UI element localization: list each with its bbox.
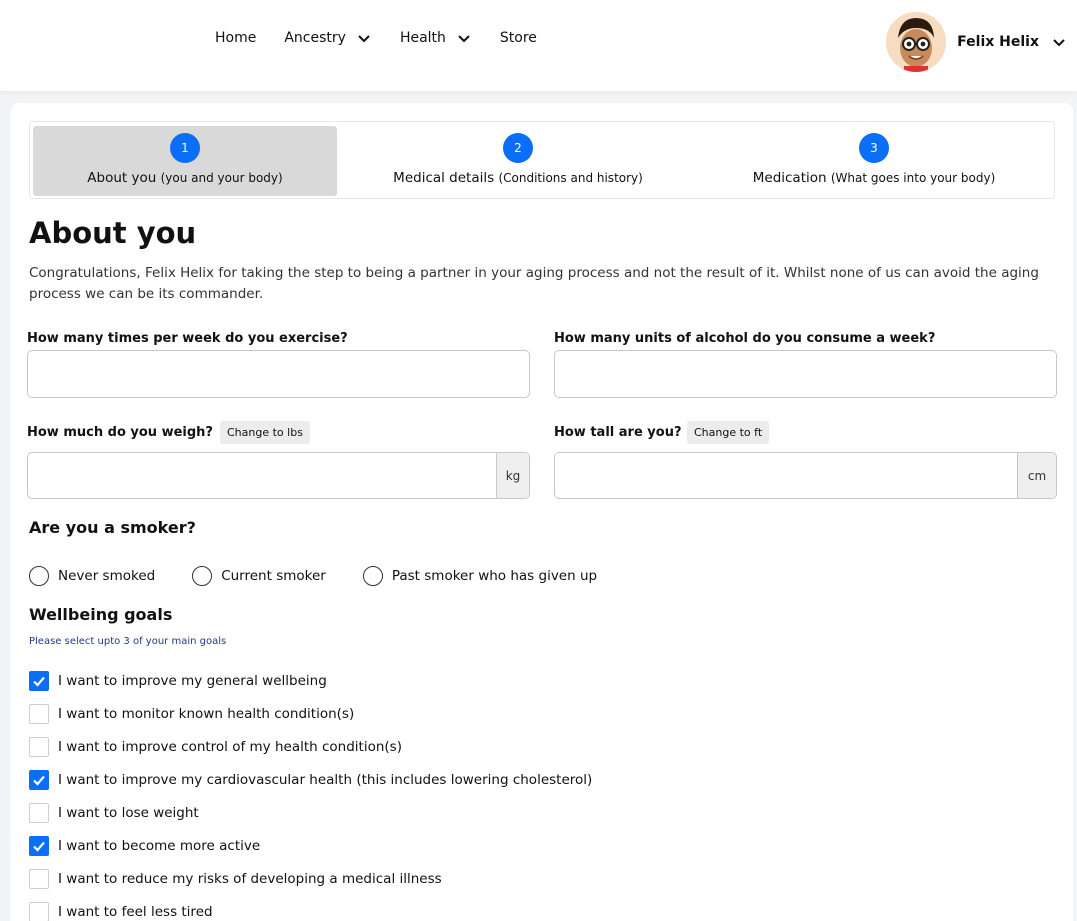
step-label: Medical details (Conditions and history) bbox=[366, 170, 670, 186]
goal-label: I want to become more active bbox=[58, 838, 261, 854]
radio-label: Never smoked bbox=[58, 568, 156, 584]
radio-label: Current smoker bbox=[221, 568, 326, 584]
step-number: 3 bbox=[859, 133, 889, 163]
radio-never-smoked[interactable]: Never smoked bbox=[29, 566, 155, 586]
weight-label: How much do you weigh? bbox=[27, 425, 213, 440]
avatar[interactable] bbox=[886, 12, 947, 72]
goals-hint: Please select upto 3 of your main goals bbox=[29, 636, 227, 647]
goal-checkbox[interactable] bbox=[29, 737, 49, 757]
goal-checkbox[interactable] bbox=[29, 671, 49, 691]
step-subtitle: (What goes into your body) bbox=[830, 171, 996, 185]
intro-text: Congratulations, Felix Helix for taking … bbox=[29, 265, 1039, 302]
main-nav: Home Ancestry Health Store bbox=[215, 30, 565, 46]
chevron-down-icon bbox=[358, 35, 370, 43]
radio-circle[interactable] bbox=[29, 566, 49, 586]
stepper: 1 About you (you and your body) 2 Medica… bbox=[29, 121, 1055, 199]
weight-input[interactable] bbox=[28, 453, 496, 498]
checkmark-icon bbox=[33, 676, 45, 687]
goal-label: I want to improve my cardiovascular heal… bbox=[58, 772, 593, 788]
goal-label: I want to lose weight bbox=[58, 805, 199, 821]
change-to-ft-button[interactable]: Change to ft bbox=[687, 421, 770, 444]
goals-title: Wellbeing goals bbox=[29, 605, 173, 624]
chevron-down-icon bbox=[458, 35, 470, 43]
height-label: How tall are you? bbox=[554, 425, 682, 440]
goal-cardiovascular-health[interactable]: I want to improve my cardiovascular heal… bbox=[29, 770, 592, 790]
radio-circle[interactable] bbox=[362, 566, 383, 586]
goal-checkbox[interactable] bbox=[29, 836, 49, 856]
goal-label: I want to improve my general wellbeing bbox=[58, 673, 327, 689]
step-medical-details[interactable]: 2 Medical details (Conditions and histor… bbox=[366, 126, 670, 196]
checkmark-icon bbox=[33, 841, 45, 852]
step-title: Medical details bbox=[393, 170, 495, 186]
user-menu[interactable]: Felix Helix bbox=[886, 12, 1067, 72]
step-label: About you (you and your body) bbox=[33, 170, 337, 186]
goal-label: I want to feel less tired bbox=[58, 904, 213, 920]
nav-health[interactable]: Health bbox=[400, 30, 472, 46]
smoker-title: Are you a smoker? bbox=[29, 518, 196, 537]
step-medication[interactable]: 3 Medication (What goes into your body) bbox=[722, 126, 1026, 196]
goal-reduce-risks[interactable]: I want to reduce my risks of developing … bbox=[29, 869, 442, 889]
height-unit: cm bbox=[1017, 453, 1056, 498]
weight-unit: kg bbox=[496, 453, 529, 498]
alcohol-label: How many units of alcohol do you consume… bbox=[554, 331, 936, 346]
nav-ancestry-label: Ancestry bbox=[284, 30, 346, 46]
goal-label: I want to reduce my risks of developing … bbox=[58, 871, 442, 887]
step-subtitle: (you and your body) bbox=[160, 171, 283, 185]
radio-current-smoker[interactable]: Current smoker bbox=[192, 566, 326, 586]
height-input[interactable] bbox=[555, 453, 1017, 498]
goal-less-tired[interactable]: I want to feel less tired bbox=[29, 902, 213, 921]
nav-store-label: Store bbox=[499, 30, 537, 46]
page-title: About you bbox=[29, 216, 197, 250]
nav-ancestry[interactable]: Ancestry bbox=[284, 30, 372, 46]
nav-home[interactable]: Home bbox=[215, 30, 256, 46]
user-name: Felix Helix bbox=[957, 34, 1039, 50]
goal-control-condition[interactable]: I want to improve control of my health c… bbox=[29, 737, 402, 757]
alcohol-input[interactable] bbox=[554, 350, 1057, 398]
goal-checkbox[interactable] bbox=[29, 803, 49, 823]
step-title: Medication bbox=[752, 170, 827, 186]
goal-checkbox[interactable] bbox=[29, 770, 49, 790]
step-subtitle: (Conditions and history) bbox=[498, 171, 643, 185]
goal-label: I want to monitor known health condition… bbox=[58, 706, 355, 722]
avatar-icon bbox=[886, 12, 947, 72]
goal-general-wellbeing[interactable]: I want to improve my general wellbeing bbox=[29, 671, 327, 691]
exercise-input[interactable] bbox=[27, 350, 530, 398]
radio-circle[interactable] bbox=[192, 566, 213, 586]
step-label: Medication (What goes into your body) bbox=[722, 170, 1026, 186]
goal-monitor-condition[interactable]: I want to monitor known health condition… bbox=[29, 704, 354, 724]
change-to-lbs-button[interactable]: Change to lbs bbox=[220, 421, 310, 444]
goal-lose-weight[interactable]: I want to lose weight bbox=[29, 803, 199, 823]
top-header: Home Ancestry Health Store Felix Helix bbox=[0, 0, 1077, 91]
nav-home-label: Home bbox=[215, 30, 257, 46]
checkmark-icon bbox=[33, 775, 45, 786]
nav-health-label: Health bbox=[399, 30, 446, 46]
goal-checkbox[interactable] bbox=[29, 902, 49, 921]
exercise-label: How many times per week do you exercise? bbox=[27, 331, 348, 346]
chevron-down-icon[interactable] bbox=[1051, 34, 1067, 50]
height-input-group: cm bbox=[554, 452, 1057, 499]
goal-label: I want to improve control of my health c… bbox=[58, 739, 402, 755]
step-number: 1 bbox=[170, 133, 200, 163]
radio-past-smoker[interactable]: Past smoker who has given up bbox=[362, 566, 598, 586]
goal-more-active[interactable]: I want to become more active bbox=[29, 836, 260, 856]
step-number: 2 bbox=[503, 133, 533, 163]
goal-checkbox[interactable] bbox=[29, 869, 49, 889]
nav-store[interactable]: Store bbox=[500, 30, 537, 46]
step-about-you[interactable]: 1 About you (you and your body) bbox=[33, 126, 337, 196]
smoker-options: Never smoked Current smoker Past smoker … bbox=[29, 566, 597, 586]
step-title: About you bbox=[87, 170, 157, 186]
weight-input-group: kg bbox=[27, 452, 530, 499]
goal-checkbox[interactable] bbox=[29, 704, 49, 724]
radio-label: Past smoker who has given up bbox=[391, 568, 598, 584]
